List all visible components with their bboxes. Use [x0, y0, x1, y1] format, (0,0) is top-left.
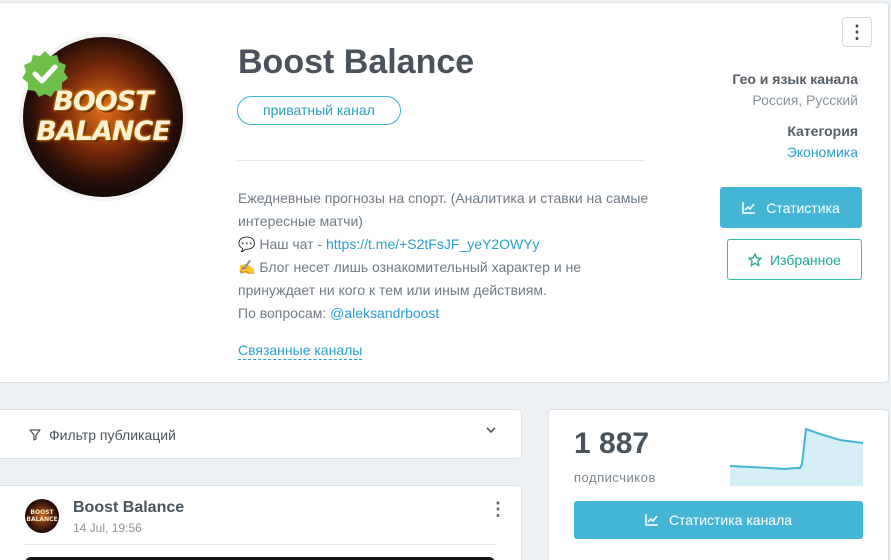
header-divider	[237, 160, 645, 161]
writing-hand-icon: ✍	[238, 259, 256, 275]
chevron-down-icon[interactable]	[485, 424, 497, 436]
verified-badge-icon	[22, 51, 68, 97]
filter-label: Фильтр публикаций	[49, 427, 176, 443]
private-channel-badge: приватный канал	[237, 96, 401, 125]
post-avatar-text-2: BALANCE	[26, 516, 58, 523]
avatar-text-line-2: BALANCE	[36, 116, 170, 147]
channel-avatar-wrap: BOOST BALANCE	[19, 33, 187, 201]
post-author-avatar[interactable]: BOOST BALANCE	[25, 499, 59, 533]
favorite-button[interactable]: Избранное	[727, 239, 862, 280]
description-line: Ежедневные прогнозы на спорт. (Аналитика…	[238, 190, 649, 229]
geo-language-label: Гео и язык канала	[732, 71, 858, 87]
channel-statistics-button[interactable]: Статистика канала	[574, 501, 863, 539]
related-channels-link[interactable]: Связанные каналы	[238, 342, 363, 360]
more-options-button[interactable]: ⋮	[842, 17, 872, 47]
channel-statistics-button-label: Статистика канала	[668, 512, 793, 528]
statistics-button-label: Статистика	[766, 199, 840, 216]
post-avatar-text-1: BOOST	[30, 509, 54, 516]
chart-line-icon	[645, 514, 658, 526]
description-blog-line: ✍ Блог несет лишь ознакомительный характ…	[238, 256, 658, 302]
speech-bubble-icon: 💬	[238, 236, 256, 252]
post-more-options-button[interactable]: ⋮	[489, 500, 507, 518]
subscribers-card: 1 887 подписчиков Статистика канала	[548, 409, 889, 560]
channel-description: Ежедневные прогнозы на спорт. (Аналитика…	[238, 187, 658, 325]
description-contact-line: По вопросам: @aleksandrboost	[238, 302, 658, 325]
blog-text: Блог несет лишь ознакомительный характер…	[238, 259, 582, 298]
subscriber-label: подписчиков	[574, 470, 656, 485]
post-date: 14 Jul, 19:56	[73, 521, 142, 535]
description-chat-line: 💬 Наш чат - https://t.me/+S2tFsJF_yeY2OW…	[238, 233, 658, 256]
star-outline-icon	[748, 252, 763, 267]
post-divider	[25, 544, 495, 545]
chart-line-icon	[742, 201, 756, 214]
subscriber-count: 1 887	[574, 427, 650, 460]
channel-header-card: BOOST BALANCE Boost Balance приватный ка…	[0, 2, 889, 383]
subscriber-sparkline	[730, 427, 863, 486]
funnel-icon	[29, 429, 41, 441]
chat-link[interactable]: https://t.me/+S2tFsJF_yeY2OWYy	[326, 236, 540, 252]
contact-prefix: По вопросам:	[238, 305, 331, 321]
sparkline-area	[730, 429, 863, 486]
contact-link[interactable]: @aleksandrboost	[330, 305, 439, 321]
category-label: Категория	[787, 123, 858, 139]
post-author-name[interactable]: Boost Balance	[73, 499, 184, 517]
geo-language-value: Россия, Русский	[752, 92, 858, 108]
publication-filter[interactable]: Фильтр публикаций	[0, 409, 522, 459]
favorite-button-label: Избранное	[770, 251, 841, 268]
statistics-button[interactable]: Статистика	[720, 187, 862, 228]
chat-prefix: Наш чат -	[259, 236, 326, 252]
category-link[interactable]: Экономика	[787, 144, 858, 160]
post-card: BOOST BALANCE Boost Balance 14 Jul, 19:5…	[0, 485, 522, 560]
channel-title: Boost Balance	[238, 43, 475, 81]
filter-label-group: Фильтр публикаций	[29, 427, 176, 443]
